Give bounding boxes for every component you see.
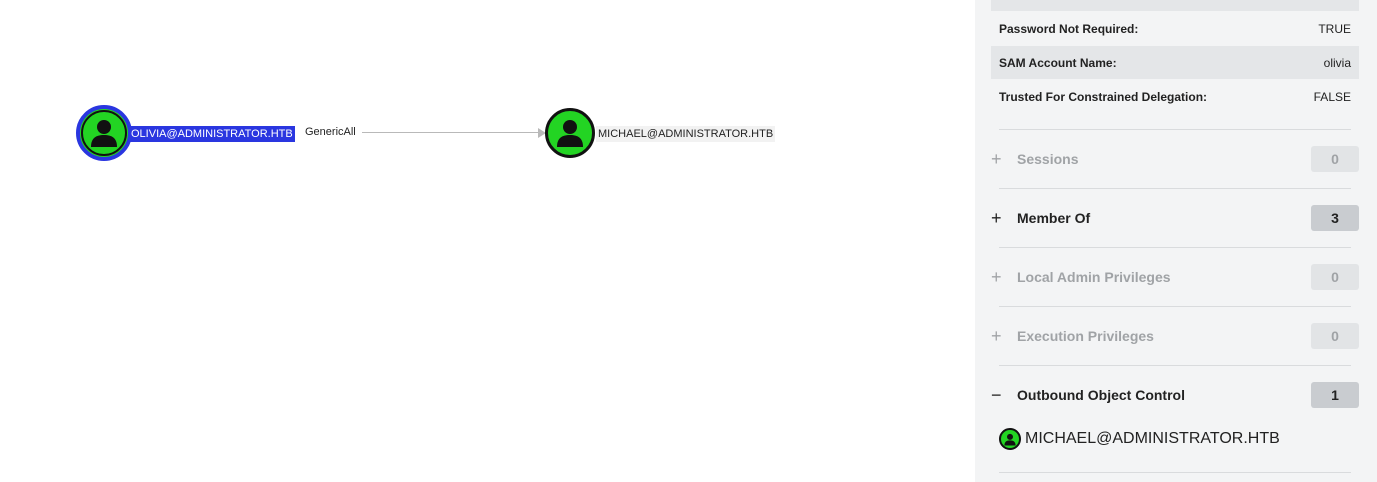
edge-line[interactable]	[362, 132, 540, 133]
divider	[999, 472, 1351, 473]
property-value: TRUE	[1318, 21, 1351, 36]
property-value: FALSE	[1313, 89, 1351, 104]
property-row: SAM Account Name: olivia	[991, 46, 1359, 79]
user-icon	[91, 120, 117, 147]
count-badge: 0	[1311, 323, 1359, 349]
expand-icon[interactable]: +	[991, 149, 1017, 170]
expand-icon[interactable]: +	[991, 326, 1017, 347]
section-title[interactable]: Local Admin Privileges	[1017, 269, 1311, 285]
divider	[999, 306, 1351, 307]
expand-icon[interactable]: +	[991, 267, 1017, 288]
node-info-panel: Password Not Required: TRUE SAM Account …	[975, 0, 1377, 482]
divider	[999, 129, 1351, 130]
section-execution-privileges[interactable]: + Execution Privileges 0	[991, 321, 1359, 351]
node-label-olivia[interactable]: OLIVIA@ADMINISTRATOR.HTB	[130, 126, 295, 142]
property-value: olivia	[1323, 55, 1351, 70]
collapse-icon[interactable]: −	[991, 385, 1017, 406]
divider	[999, 365, 1351, 366]
property-key: Password Not Required:	[999, 21, 1139, 36]
count-badge: 0	[1311, 146, 1359, 172]
count-badge: 0	[1311, 264, 1359, 290]
outbound-object-label[interactable]: MICHAEL@ADMINISTRATOR.HTB	[1025, 430, 1280, 448]
property-key: Trusted For Constrained Delegation:	[999, 89, 1208, 104]
user-icon	[999, 428, 1021, 450]
node-michael[interactable]	[545, 108, 595, 158]
property-row-partial	[991, 0, 1359, 11]
section-title[interactable]: Outbound Object Control	[1017, 387, 1311, 403]
user-icon	[557, 120, 583, 147]
section-sessions[interactable]: + Sessions 0	[991, 144, 1359, 174]
section-member-of[interactable]: + Member Of 3	[991, 203, 1359, 233]
divider	[999, 188, 1351, 189]
section-title[interactable]: Execution Privileges	[1017, 328, 1311, 344]
property-row: Password Not Required: TRUE	[991, 12, 1359, 45]
node-olivia[interactable]	[76, 105, 132, 161]
section-local-admin-privileges[interactable]: + Local Admin Privileges 0	[991, 262, 1359, 292]
property-key: SAM Account Name:	[999, 55, 1117, 70]
node-label-michael[interactable]: MICHAEL@ADMINISTRATOR.HTB	[596, 126, 776, 142]
section-title[interactable]: Sessions	[1017, 151, 1311, 167]
expand-icon[interactable]: +	[991, 208, 1017, 229]
edge-label[interactable]: GenericAll	[303, 125, 358, 139]
outbound-object-item[interactable]: MICHAEL@ADMINISTRATOR.HTB	[999, 428, 1280, 450]
count-badge: 3	[1311, 205, 1359, 231]
section-title[interactable]: Member Of	[1017, 210, 1311, 226]
divider	[999, 247, 1351, 248]
count-badge: 1	[1311, 382, 1359, 408]
section-outbound-object-control[interactable]: − Outbound Object Control 1	[991, 380, 1359, 410]
graph-canvas[interactable]: GenericAll OLIVIA@ADMINISTRATOR.HTB MICH…	[0, 0, 975, 482]
property-row: Trusted For Constrained Delegation: FALS…	[991, 80, 1359, 113]
